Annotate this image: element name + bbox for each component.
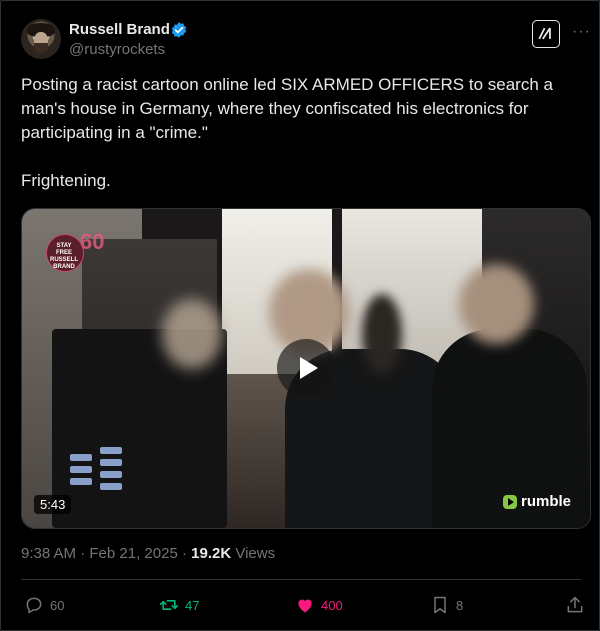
- share-button[interactable]: [565, 595, 585, 615]
- reply-button[interactable]: 60: [24, 595, 64, 615]
- author-name[interactable]: Russell Brand: [69, 21, 170, 38]
- author-handle[interactable]: @rustyrockets: [69, 41, 165, 58]
- grok-icon[interactable]: [532, 20, 560, 48]
- bookmark-button[interactable]: 8: [430, 595, 463, 615]
- play-button[interactable]: [277, 339, 335, 397]
- heart-icon: [298, 599, 312, 613]
- channel-logo-text: STAY FREE RUSSELL BRAND: [49, 243, 78, 270]
- divider: [21, 579, 581, 580]
- like-button[interactable]: 400: [295, 595, 343, 615]
- views-count: 19.2K: [191, 545, 232, 562]
- episode-number: 60: [80, 229, 105, 254]
- bookmark-icon: [434, 596, 446, 614]
- tweet-date[interactable]: Feb 21, 2025: [89, 545, 177, 562]
- repost-count: 47: [185, 597, 200, 613]
- author-avatar[interactable]: [21, 19, 61, 59]
- share-icon: [567, 596, 583, 613]
- blurred-face: [459, 264, 534, 344]
- tweet-time[interactable]: 9:38 AM: [21, 545, 76, 562]
- like-count: 400: [321, 597, 343, 613]
- reply-count: 60: [50, 597, 65, 613]
- video-duration: 5:43: [34, 495, 72, 514]
- rumble-icon: [503, 494, 517, 509]
- video-player[interactable]: STAY FREE RUSSELL BRAND 60 5:43 rumble: [21, 208, 591, 529]
- views-label: Views: [235, 545, 276, 562]
- reply-icon: [26, 597, 42, 614]
- more-icon[interactable]: ···: [572, 23, 591, 41]
- tweet-card: Russell Brand @rustyrockets ··· Posting …: [0, 0, 600, 631]
- tweet-text-body: Posting a racist cartoon online led SIX …: [21, 75, 553, 142]
- rumble-logo: rumble: [503, 493, 571, 510]
- bookmark-count: 8: [456, 597, 464, 613]
- verified-badge-icon: [171, 22, 187, 38]
- tweet-text-followup: Frightening.: [21, 171, 111, 190]
- repost-icon: [159, 600, 179, 610]
- repost-button[interactable]: 47: [159, 595, 199, 615]
- tweet-text: Posting a racist cartoon online led SIX …: [21, 73, 581, 193]
- tweet-meta: 9:38 AM · Feb 21, 2025 · 19.2K Views: [21, 545, 276, 562]
